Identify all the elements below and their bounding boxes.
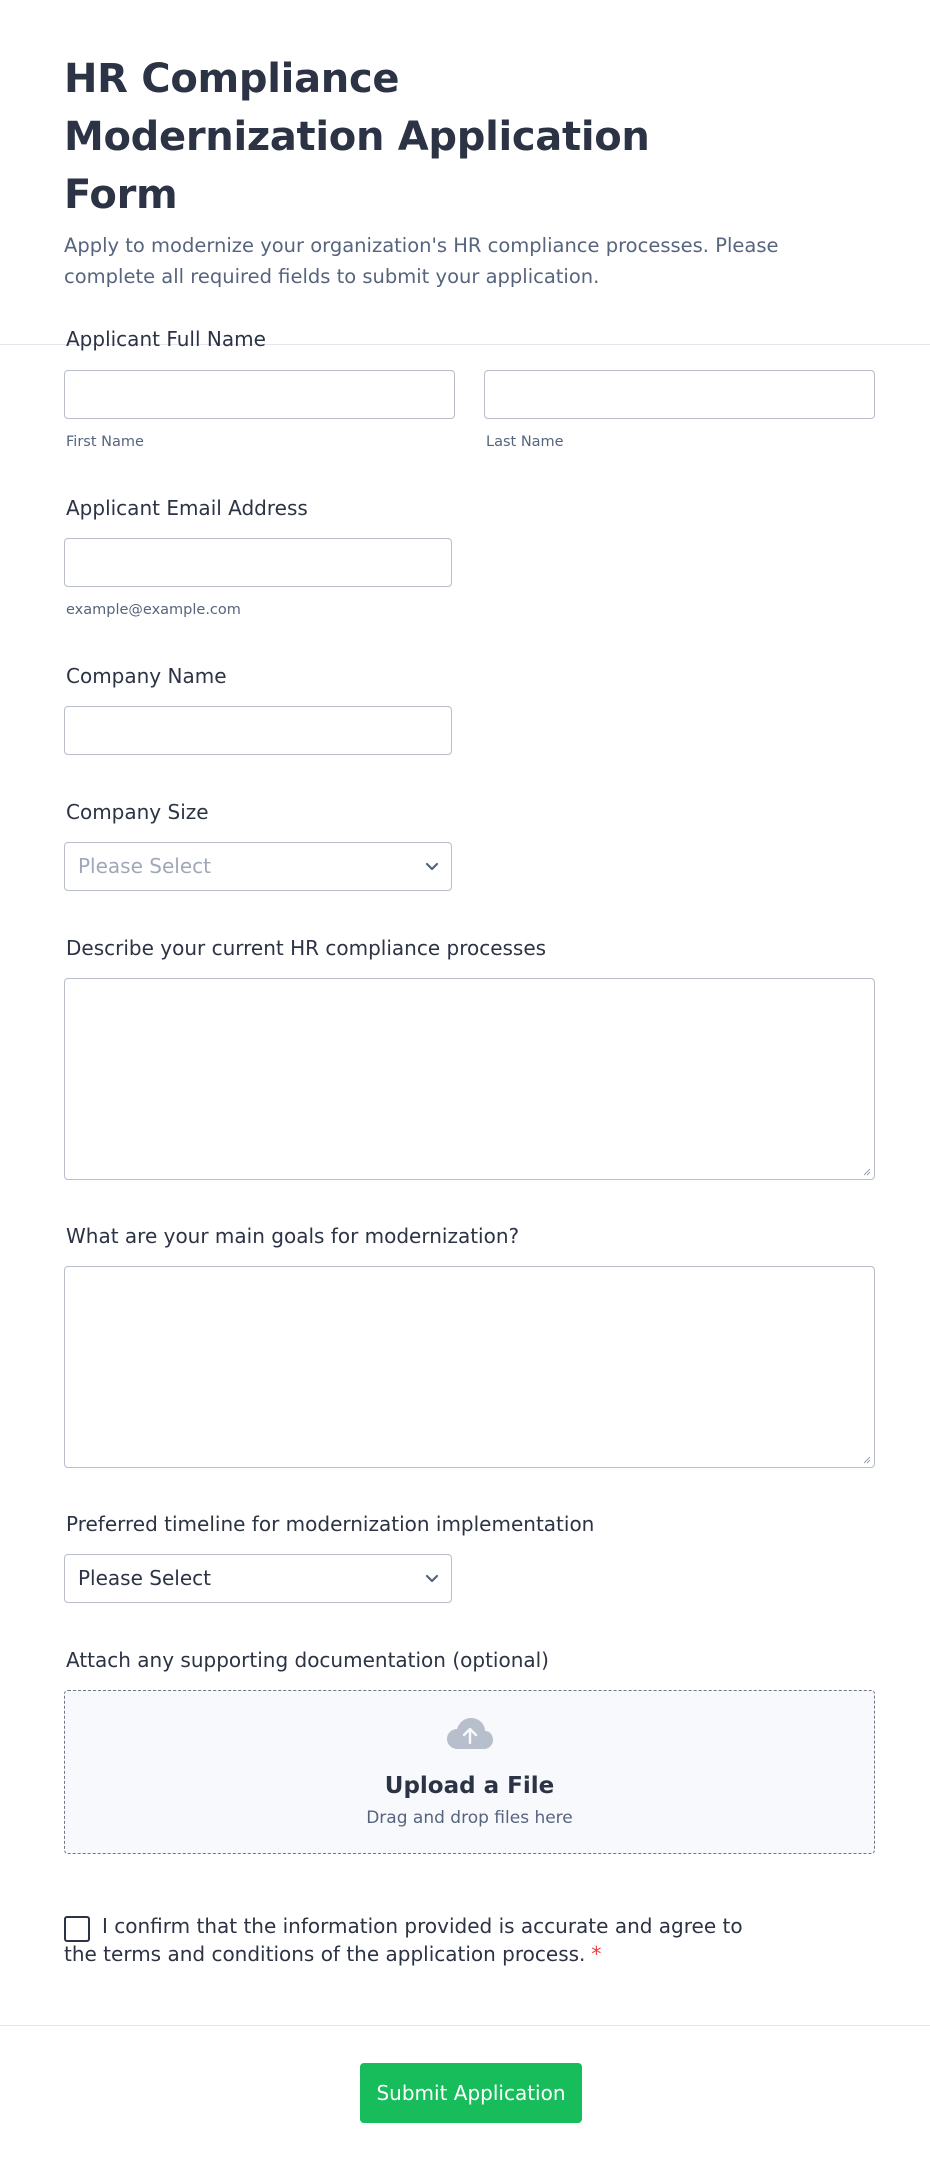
upload-subtitle: Drag and drop files here bbox=[366, 1808, 573, 1828]
consent-text: I confirm that the information provided … bbox=[64, 1914, 743, 1966]
upload-title: Upload a File bbox=[384, 1773, 555, 1799]
consent-checkbox[interactable] bbox=[64, 1916, 90, 1942]
timeline-select[interactable]: Please Select bbox=[64, 1554, 452, 1603]
email-input[interactable] bbox=[64, 538, 452, 587]
timeline-selected: Please Select bbox=[78, 1566, 211, 1590]
resize-grip-icon[interactable] bbox=[861, 1166, 871, 1176]
consent-label: I confirm that the information provided … bbox=[64, 1912, 764, 1968]
form-footer-divider bbox=[0, 2025, 930, 2026]
full-name-label: Applicant Full Name bbox=[66, 327, 266, 351]
company-size-label: Company Size bbox=[66, 800, 209, 824]
company-name-input[interactable] bbox=[64, 706, 452, 755]
last-name-sublabel: Last Name bbox=[486, 434, 564, 450]
page-subtitle: Apply to modernize your organization's H… bbox=[64, 234, 779, 288]
consent-row: I confirm that the information provided … bbox=[64, 1912, 764, 1968]
current-processes-textarea[interactable] bbox=[64, 978, 875, 1180]
main-goals-label: What are your main goals for modernizati… bbox=[66, 1224, 520, 1248]
submit-button[interactable]: Submit Application bbox=[360, 2063, 582, 2123]
last-name-input[interactable] bbox=[484, 370, 875, 419]
email-label: Applicant Email Address bbox=[66, 496, 308, 520]
required-asterisk: * bbox=[591, 1942, 602, 1966]
attachment-label: Attach any supporting documentation (opt… bbox=[66, 1648, 549, 1672]
timeline-label: Preferred timeline for modernization imp… bbox=[66, 1512, 595, 1536]
email-sublabel: example@example.com bbox=[66, 602, 241, 618]
first-name-sublabel: First Name bbox=[66, 434, 144, 450]
company-size-select[interactable]: Please Select bbox=[64, 842, 452, 891]
file-upload-dropzone[interactable]: Upload a File Drag and drop files here bbox=[64, 1690, 875, 1854]
form-header: HR Compliance Modernization Application … bbox=[0, 0, 930, 345]
company-name-label: Company Name bbox=[66, 664, 227, 688]
current-processes-label: Describe your current HR compliance proc… bbox=[66, 936, 547, 960]
chevron-down-icon bbox=[425, 1574, 439, 1583]
page-title: HR Compliance Modernization Application … bbox=[64, 56, 650, 218]
cloud-upload-icon bbox=[446, 1718, 493, 1749]
company-size-selected: Please Select bbox=[78, 854, 211, 878]
chevron-down-icon bbox=[425, 862, 439, 871]
first-name-input[interactable] bbox=[64, 370, 455, 419]
resize-grip-icon[interactable] bbox=[861, 1454, 871, 1464]
main-goals-textarea[interactable] bbox=[64, 1266, 875, 1468]
